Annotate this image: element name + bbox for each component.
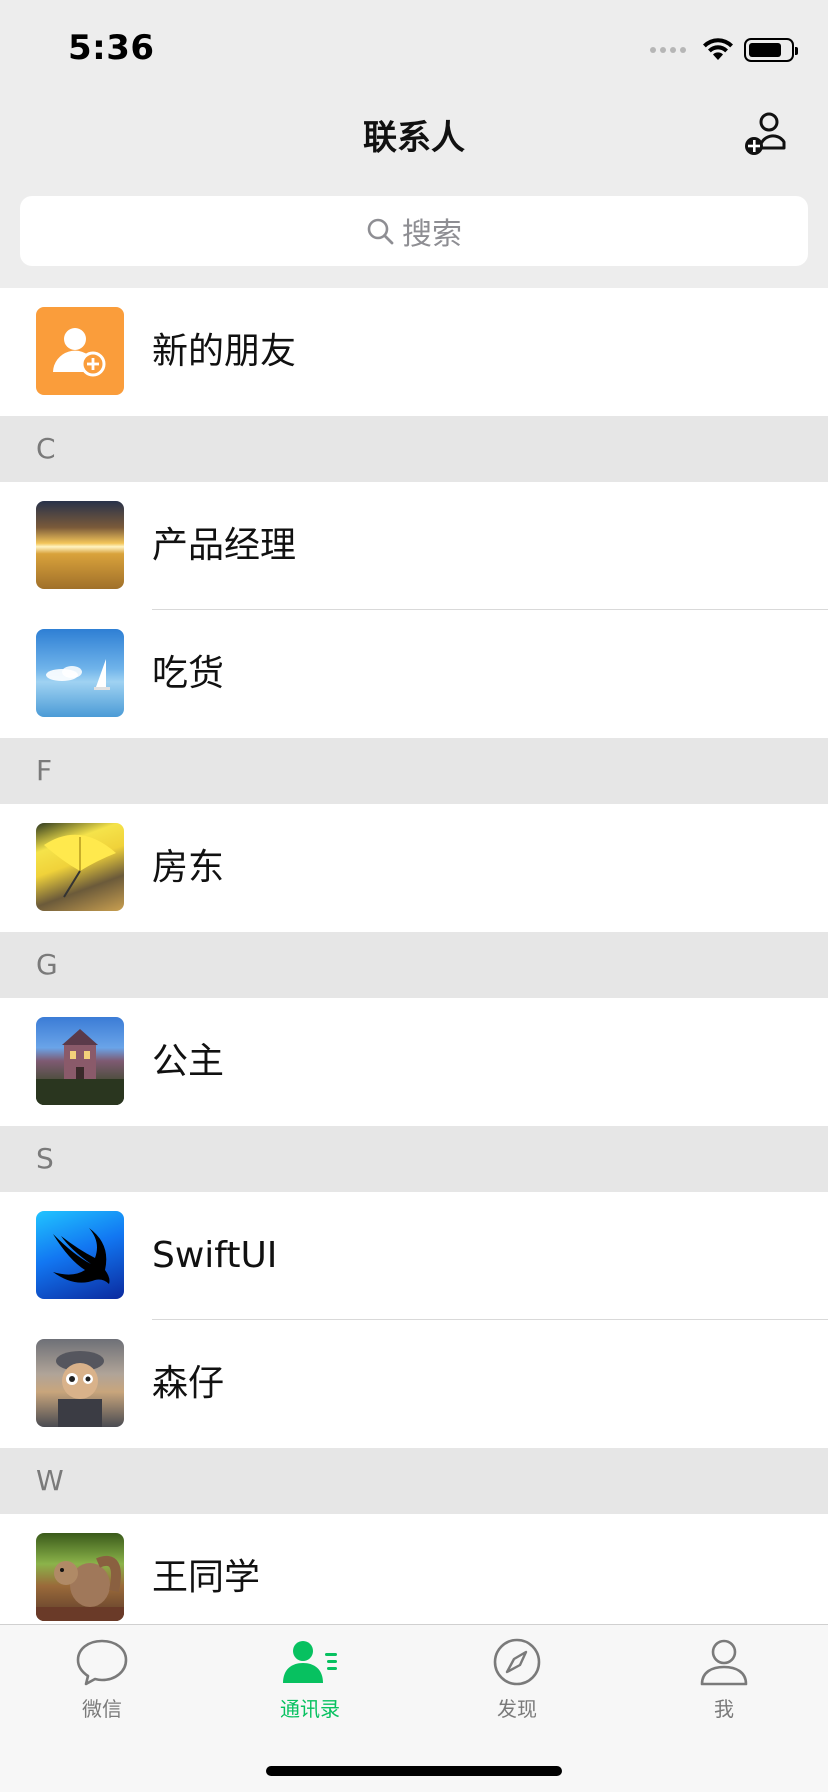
status-time: 5:36: [68, 28, 155, 68]
person-icon: [700, 1639, 748, 1686]
add-contact-icon[interactable]: [740, 108, 792, 160]
contacts-icon: [283, 1641, 337, 1683]
section-header-s: S: [0, 1126, 828, 1192]
tab-label: 发现: [497, 1697, 537, 1721]
section-header-g: G: [0, 932, 828, 998]
search-placeholder: 搜索: [402, 217, 462, 252]
tab-contacts[interactable]: 通讯录: [250, 1637, 370, 1727]
search-area: 搜索: [0, 184, 828, 288]
contact-avatar: [36, 1339, 124, 1427]
section-header-f: F: [0, 738, 828, 804]
tab-me[interactable]: 我: [664, 1637, 784, 1727]
contact-name: 房东: [152, 847, 225, 888]
search-input[interactable]: 搜索: [20, 196, 808, 266]
compass-icon: [493, 1638, 541, 1686]
contact-name: SwiftUI: [152, 1235, 278, 1276]
contact-row[interactable]: SwiftUI: [0, 1192, 828, 1320]
section-header-w: W: [0, 1448, 828, 1514]
chat-bubble-icon: [76, 1639, 128, 1686]
swift-logo-icon: [36, 1211, 124, 1299]
contact-list: 新的朋友 C 产品经理 吃货 F 房东 G 公主 S SwiftUI 森仔 W …: [0, 288, 828, 1642]
contact-row[interactable]: 吃货: [0, 610, 828, 738]
tab-label: 通讯录: [280, 1697, 340, 1721]
battery-icon: [744, 38, 798, 62]
tab-chats[interactable]: 微信: [42, 1637, 162, 1727]
new-friends-label: 新的朋友: [152, 331, 297, 372]
contact-avatar: [36, 1533, 124, 1621]
contact-avatar: [36, 501, 124, 589]
contact-name: 森仔: [152, 1363, 225, 1404]
new-friends-icon: [36, 307, 124, 395]
tab-bar: 微信 通讯录 发现 我: [0, 1624, 828, 1792]
status-indicators: [650, 36, 798, 64]
tab-discover[interactable]: 发现: [457, 1637, 577, 1727]
contact-row[interactable]: 公主: [0, 998, 828, 1126]
nav-bar: 联系人: [0, 96, 828, 184]
contact-name: 王同学: [152, 1557, 261, 1598]
contact-row[interactable]: 森仔: [0, 1320, 828, 1448]
contact-avatar: [36, 823, 124, 911]
tab-label: 我: [714, 1697, 734, 1721]
cellular-signal-icon: [650, 47, 686, 53]
contact-row[interactable]: 王同学: [0, 1514, 828, 1642]
contact-name: 吃货: [152, 653, 225, 694]
tab-label: 微信: [82, 1697, 122, 1721]
contact-avatar: [36, 1017, 124, 1105]
page-title: 联系人: [363, 118, 465, 158]
contact-name: 公主: [152, 1041, 225, 1082]
status-bar: 5:36: [0, 0, 828, 96]
contact-name: 产品经理: [152, 525, 297, 566]
search-icon: [367, 218, 394, 245]
section-header-c: C: [0, 416, 828, 482]
new-friends-row[interactable]: 新的朋友: [0, 288, 828, 416]
contact-row[interactable]: 产品经理: [0, 482, 828, 610]
contact-avatar: [36, 629, 124, 717]
wifi-icon: [703, 38, 733, 60]
contact-row[interactable]: 房东: [0, 804, 828, 932]
home-indicator: [266, 1766, 562, 1776]
